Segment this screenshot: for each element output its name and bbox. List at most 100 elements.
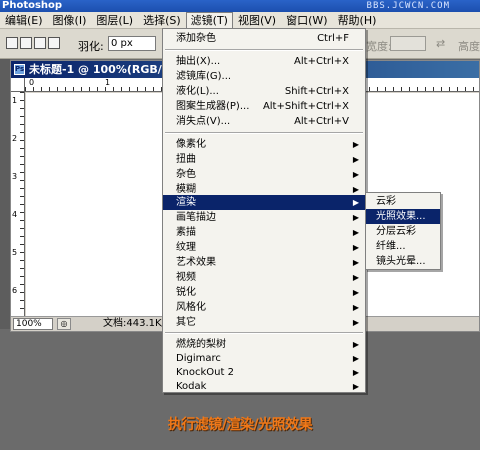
photoshop-doc-icon: Ps [14,64,25,75]
menu-item-filter-gallery[interactable]: 滤镜库(G)... [163,69,365,84]
menu-item-label: 燃烧的梨树 [176,339,226,350]
ruler-label: 3 [12,172,18,181]
submenu-arrow-icon: ▶ [352,228,359,237]
submenu-arrow-icon: ▶ [352,243,359,252]
menu-item-label: 滤镜库(G)... [176,71,232,82]
menu-item-label: 渲染 [176,197,196,208]
submenu-arrow-icon: ▶ [352,273,359,282]
new-selection-icon[interactable] [6,37,18,49]
menu-item-label: 像素化 [176,139,206,150]
menu-window[interactable]: 窗口(W) [281,12,332,29]
menu-separator [165,49,363,51]
menu-separator [165,132,363,134]
ruler-label: 5 [12,248,18,257]
intersect-selection-icon[interactable] [48,37,60,49]
menu-item-label: 风格化 [176,302,206,313]
submenu-arrow-icon: ▶ [352,258,359,267]
menu-help[interactable]: 帮助(H) [333,12,382,29]
submenu-arrow-icon: ▶ [352,303,359,312]
submenu-arrow-icon: ▶ [352,198,359,207]
menu-item-label: 纹理 [176,242,196,253]
menu-item-label: Kodak [176,381,207,392]
submenu-item-fibers[interactable]: 纤维... [366,239,440,254]
menu-item-distort[interactable]: 扭曲 ▶ [163,152,365,167]
menu-item-digimarc[interactable]: Digimarc ▶ [163,351,365,366]
menu-item-artistic[interactable]: 艺术效果 ▶ [163,255,365,270]
menu-item-label: 杂色 [176,169,196,180]
submenu-item-difference-clouds[interactable]: 分层云彩 [366,224,440,239]
menu-item-plugin-burning-pear[interactable]: 燃烧的梨树 ▶ [163,337,365,352]
ruler-label: 2 [12,134,18,143]
vertical-ruler[interactable]: 1 2 3 4 5 6 [11,92,25,316]
menu-item-label: 扭曲 [176,154,196,165]
height-label: 高度 [458,40,480,53]
menu-edit[interactable]: 编辑(E) [0,12,48,29]
menu-item-render[interactable]: 渲染 ▶ [163,195,365,210]
submenu-arrow-icon: ▶ [352,368,359,377]
menu-item-sharpen[interactable]: 锐化 ▶ [163,285,365,300]
menu-item-other[interactable]: 其它 ▶ [163,315,365,330]
menu-item-pattern-maker[interactable]: 图案生成器(P)... Alt+Shift+Ctrl+X [163,99,365,114]
menu-item-label: 液化(L)... [176,86,219,97]
swap-icon[interactable]: ⇄ [436,37,445,50]
menu-item-label: 消失点(V)... [176,116,231,127]
menu-item-sketch[interactable]: 素描 ▶ [163,225,365,240]
submenu-item-lighting-effects[interactable]: 光照效果... [366,209,440,224]
width-label: 宽度: [366,40,392,53]
menu-item-label: Digimarc [176,353,221,364]
menu-item-label: 其它 [176,317,196,328]
menu-select[interactable]: 选择(S) [138,12,186,29]
menu-item-stylize[interactable]: 风格化 ▶ [163,300,365,315]
menu-item-shortcut: Shift+Ctrl+X [284,86,349,97]
render-submenu: 云彩 光照效果... 分层云彩 纤维... 镜头光晕... [365,192,441,270]
submenu-item-lens-flare[interactable]: 镜头光晕... [366,254,440,269]
app-title: Photoshop [2,0,63,11]
ruler-label: 0 [29,78,35,87]
subtract-selection-icon[interactable] [34,37,46,49]
menu-item-kodak[interactable]: Kodak ▶ [163,379,365,394]
menu-item-pixelate[interactable]: 像素化 ▶ [163,137,365,152]
submenu-arrow-icon: ▶ [352,382,359,391]
ruler-label: 4 [12,210,18,219]
ruler-corner[interactable] [11,78,25,92]
submenu-arrow-icon: ▶ [352,340,359,349]
menu-item-shortcut: Ctrl+F [317,33,349,44]
ruler-label: 1 [105,78,111,87]
submenu-arrow-icon: ▶ [352,318,359,327]
menu-item-label: KnockOut 2 [176,367,234,378]
menu-layer[interactable]: 图层(L) [91,12,138,29]
status-menu-button[interactable]: ◎ [57,318,71,330]
feather-label: 羽化: [78,40,104,53]
menu-item-shortcut: Alt+Ctrl+X [294,56,349,67]
menu-item-label: 视频 [176,272,196,283]
width-field[interactable] [390,36,426,51]
menu-item-extract[interactable]: 抽出(X)... Alt+Ctrl+X [163,54,365,69]
menu-item-liquify[interactable]: 液化(L)... Shift+Ctrl+X [163,84,365,99]
ruler-label: 1 [12,96,18,105]
submenu-arrow-icon: ▶ [352,354,359,363]
menu-item-texture[interactable]: 纹理 ▶ [163,240,365,255]
add-selection-icon[interactable] [20,37,32,49]
menu-item-noise[interactable]: 杂色 ▶ [163,167,365,182]
selection-mode-icons [6,37,60,49]
submenu-item-clouds[interactable]: 云彩 [366,194,440,209]
menu-item-vanishing-point[interactable]: 消失点(V)... Alt+Ctrl+V [163,114,365,129]
menu-image[interactable]: 图像(I) [48,12,92,29]
submenu-arrow-icon: ▶ [352,140,359,149]
menu-item-last-filter[interactable]: 添加杂色 Ctrl+F [163,31,365,46]
menu-item-brush-strokes[interactable]: 画笔描边 ▶ [163,210,365,225]
watermark-text: BBS.JCWCN.COM [366,1,450,11]
menu-item-shortcut: Alt+Ctrl+V [294,116,349,127]
menu-item-label: 画笔描边 [176,212,216,223]
menu-view[interactable]: 视图(V) [233,12,281,29]
document-title: 未标题-1 @ 100%(RGB/8) [29,63,175,76]
menu-item-label: 图案生成器(P)... [176,101,250,112]
instruction-caption: 执行滤镜/渲染/光照效果 [167,417,313,433]
menu-item-label: 锐化 [176,287,196,298]
menu-filter[interactable]: 滤镜(T) [185,11,233,29]
feather-input[interactable]: 0 px [108,36,156,51]
zoom-field[interactable]: 100% [13,318,53,330]
menu-item-video[interactable]: 视频 ▶ [163,270,365,285]
menu-separator [165,332,363,334]
menu-item-knockout[interactable]: KnockOut 2 ▶ [163,365,365,380]
